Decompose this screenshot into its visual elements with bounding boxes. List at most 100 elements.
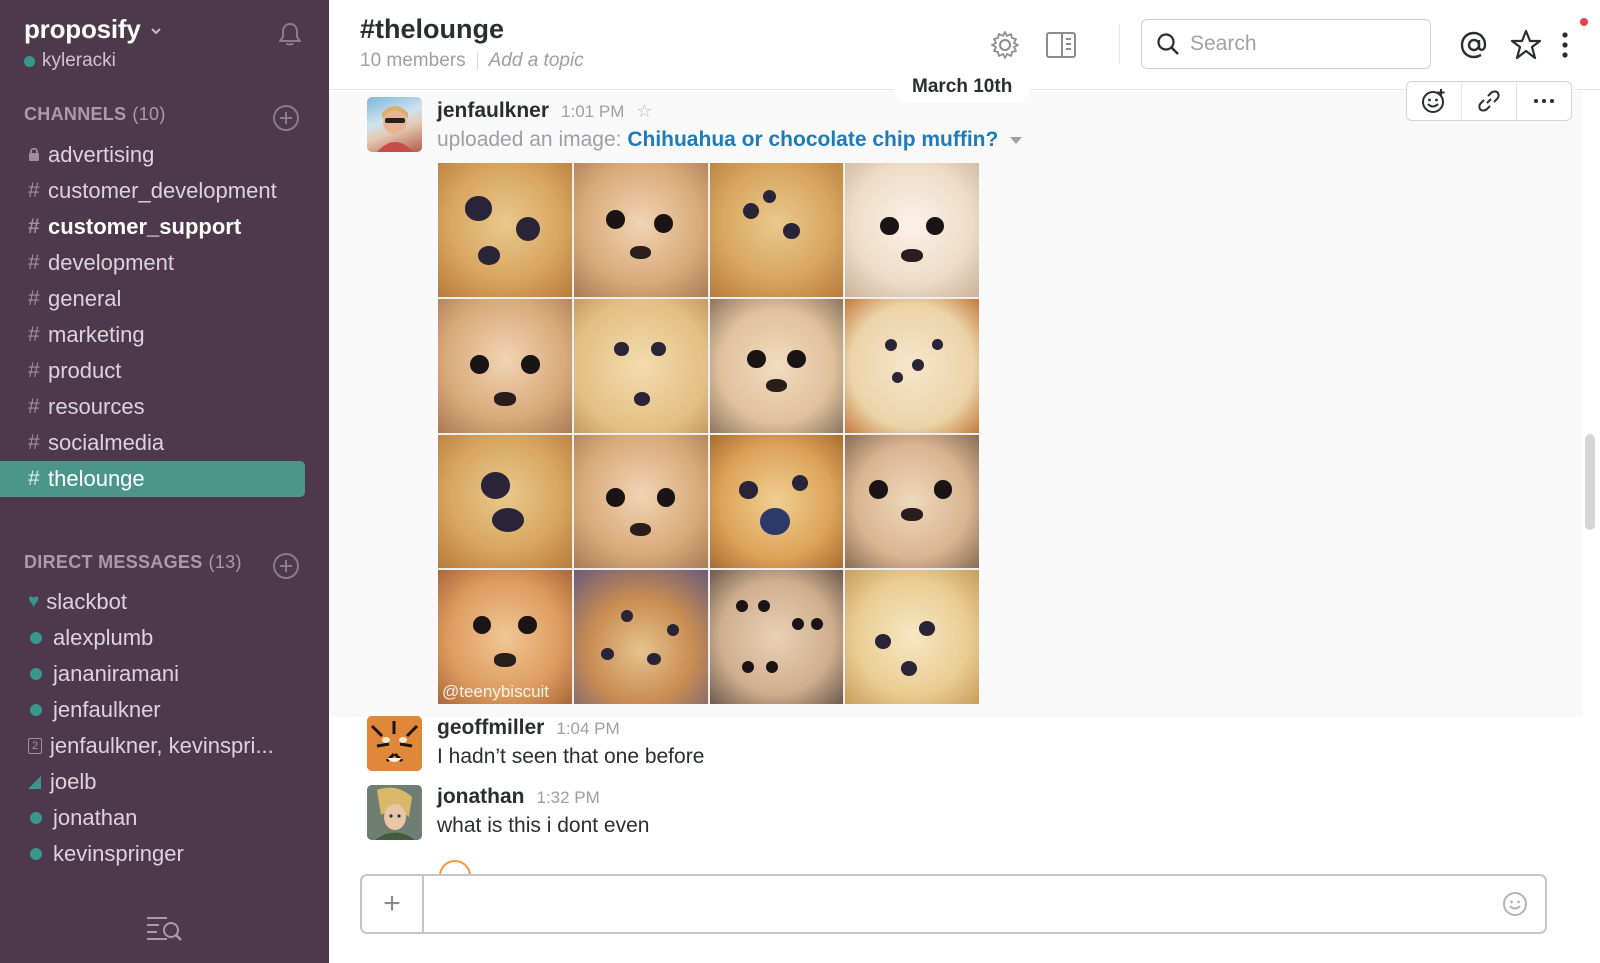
dm-label: joelb xyxy=(50,769,97,794)
sidebar-item-resources[interactable]: # resources xyxy=(0,389,329,425)
dm-item-alexplumb[interactable]: alexplumb xyxy=(0,620,329,656)
star-icon[interactable]: ☆ xyxy=(636,101,652,122)
emoji-add-icon xyxy=(1422,89,1445,113)
sidebar-item-development[interactable]: # development xyxy=(0,245,329,281)
heart-icon: ♥ xyxy=(28,591,40,612)
avatar[interactable] xyxy=(367,97,422,152)
sidebar-item-general[interactable]: # general xyxy=(0,281,329,317)
more-actions-button[interactable] xyxy=(1517,82,1571,120)
channel-label: development xyxy=(48,250,174,275)
gear-icon[interactable] xyxy=(988,28,1022,62)
channel-label: advertising xyxy=(48,142,155,167)
avatar[interactable] xyxy=(367,785,422,840)
upload-title-link[interactable]: Chihuahua or chocolate chip muffin? xyxy=(627,128,998,151)
channel-label: general xyxy=(48,286,122,311)
image-tile xyxy=(845,298,979,433)
sidebar-item-thelounge[interactable]: # thelounge xyxy=(0,461,305,497)
author-name[interactable]: geoffmiller xyxy=(437,716,544,740)
sidebar-toggle-icon[interactable] xyxy=(1044,28,1078,62)
chevron-down-icon xyxy=(150,27,161,34)
divider xyxy=(1119,24,1120,64)
add-reaction-button[interactable] xyxy=(1407,82,1462,120)
presence-dot xyxy=(30,812,42,824)
search-icon xyxy=(1157,33,1179,55)
add-channel-button[interactable] xyxy=(273,105,299,131)
channel-title[interactable]: #thelounge xyxy=(360,14,504,45)
search-box[interactable] xyxy=(1141,19,1431,69)
hash-icon: # xyxy=(28,359,40,382)
divider xyxy=(476,52,478,70)
image-tile xyxy=(845,570,979,704)
channels-header[interactable]: CHANNELS (10) xyxy=(24,104,166,125)
more-vertical-icon[interactable] xyxy=(1557,28,1573,62)
channel-meta: 10 members Add a topic xyxy=(360,50,584,72)
author-name[interactable]: jenfaulkner xyxy=(437,99,549,123)
message-actions xyxy=(1406,81,1572,121)
image-watermark: @teenybiscuit xyxy=(442,682,550,701)
image-tile xyxy=(709,163,844,297)
sidebar-item-customer-development[interactable]: # customer_development xyxy=(0,173,329,209)
image-tile xyxy=(573,570,708,704)
channel-label: product xyxy=(48,358,122,383)
quick-switcher-icon[interactable] xyxy=(145,912,185,942)
hash-icon: # xyxy=(28,431,40,454)
avatar[interactable] xyxy=(367,716,422,771)
current-user[interactable]: kyleracki xyxy=(24,50,116,72)
search-input[interactable] xyxy=(1190,32,1420,56)
bell-icon[interactable] xyxy=(276,20,304,48)
message-input[interactable] xyxy=(424,876,1485,932)
image-tile xyxy=(438,434,572,569)
add-dm-button[interactable] xyxy=(273,553,299,579)
upload-prefix: uploaded an image: xyxy=(437,128,622,151)
dm-item-jenfaulkner[interactable]: jenfaulkner xyxy=(0,692,329,728)
sidebar-item-marketing[interactable]: # marketing xyxy=(0,317,329,353)
hash-icon: # xyxy=(28,287,40,310)
dm-item-jananiramani[interactable]: jananiramani xyxy=(0,656,329,692)
plus-icon: + xyxy=(383,887,401,920)
timestamp[interactable]: 1:32 PM xyxy=(537,788,600,808)
scrollbar[interactable] xyxy=(1585,434,1595,530)
member-count[interactable]: 10 members xyxy=(360,50,466,72)
caret-down-icon[interactable] xyxy=(1010,136,1023,144)
dm-header-label: DIRECT MESSAGES xyxy=(24,552,203,572)
timestamp[interactable]: 1:04 PM xyxy=(556,719,619,739)
dm-item-jonathan[interactable]: jonathan xyxy=(0,800,329,836)
dm-label: jenfaulkner, kevinspri... xyxy=(50,733,274,758)
sidebar-item-product[interactable]: # product xyxy=(0,353,329,389)
dm-item-group[interactable]: 2 jenfaulkner, kevinspri... xyxy=(0,728,329,764)
team-menu[interactable]: proposify xyxy=(24,14,163,45)
image-tile xyxy=(845,163,979,297)
dm-header[interactable]: DIRECT MESSAGES (13) xyxy=(24,552,242,573)
dm-label: jonathan xyxy=(53,805,138,830)
channel-label: customer_development xyxy=(48,178,277,203)
uploaded-image[interactable]: @teenybiscuit xyxy=(438,163,979,704)
dm-item-slackbot[interactable]: ♥ slackbot xyxy=(0,584,329,620)
mentions-icon[interactable] xyxy=(1457,28,1491,62)
message-header: geoffmiller 1:04 PM xyxy=(437,716,620,740)
author-name[interactable]: jonathan xyxy=(437,785,525,809)
dm-item-kevinspringer[interactable]: kevinspringer xyxy=(0,836,329,872)
attach-button[interactable]: + xyxy=(362,876,424,932)
add-topic-link[interactable]: Add a topic xyxy=(489,50,584,72)
hash-icon: # xyxy=(28,395,40,418)
lock-icon xyxy=(28,143,48,167)
sidebar-item-customer-support[interactable]: # customer_support xyxy=(0,209,329,245)
dm-item-joelb[interactable]: joelb xyxy=(0,764,329,800)
avatar-peek xyxy=(437,860,473,874)
sidebar-item-socialmedia[interactable]: # socialmedia xyxy=(0,425,329,461)
channels-count: (10) xyxy=(132,104,166,124)
channel-label: customer_support xyxy=(48,214,242,239)
timestamp[interactable]: 1:01 PM xyxy=(561,102,624,122)
image-tile xyxy=(438,163,572,297)
dm-label: kevinspringer xyxy=(53,841,184,866)
hash-icon: # xyxy=(28,323,40,346)
presence-dot xyxy=(24,55,35,67)
dm-list: ♥ slackbot alexplumb jananiramani jenfau… xyxy=(0,584,329,872)
emoji-button[interactable] xyxy=(1485,876,1545,932)
star-icon[interactable] xyxy=(1509,28,1543,62)
copy-link-button[interactable] xyxy=(1462,82,1517,120)
sidebar-item-advertising[interactable]: advertising xyxy=(0,137,329,173)
image-tile xyxy=(438,298,572,433)
image-tile xyxy=(709,298,844,433)
more-horizontal-icon xyxy=(1534,99,1554,103)
